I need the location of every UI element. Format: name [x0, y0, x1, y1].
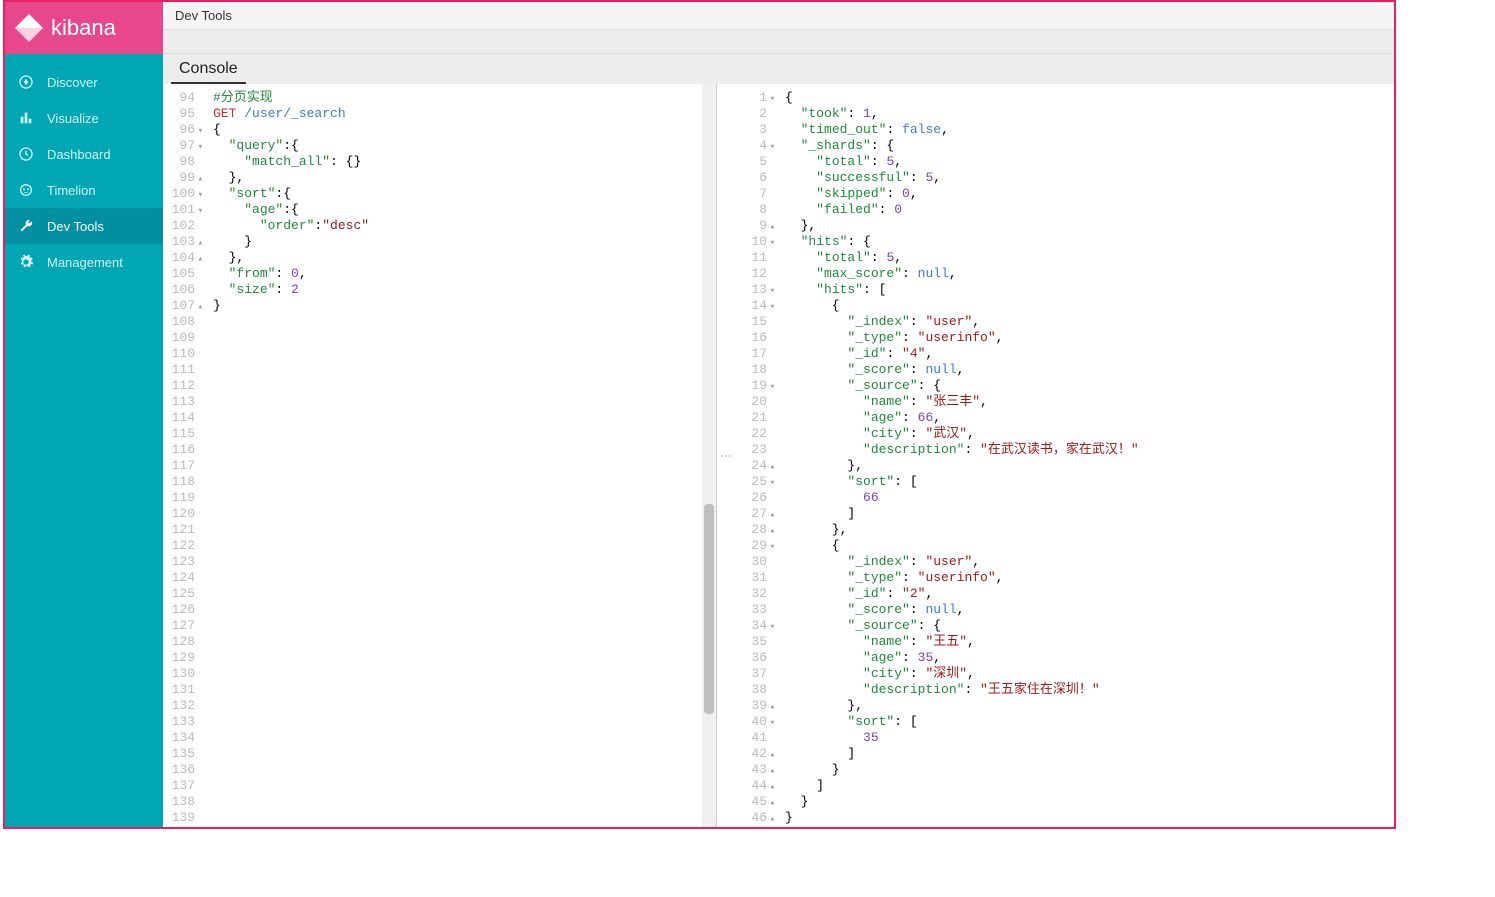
tab-row: Console — [163, 54, 1394, 84]
sidebar-item-label: Dev Tools — [47, 219, 104, 234]
sidebar-item-visualize[interactable]: Visualize — [5, 100, 163, 136]
app-frame: kibana Discover Visualize Dashboard — [3, 0, 1396, 829]
top-bar: Dev Tools — [163, 2, 1394, 30]
lion-icon — [17, 181, 35, 199]
main-content: Dev Tools Console 949596▾97▾9899▴100▾101… — [163, 2, 1394, 827]
kibana-logo-icon — [15, 14, 43, 42]
request-pane[interactable]: 949596▾97▾9899▴100▾101▾102103▴104▴105106… — [163, 84, 717, 827]
sidebar-item-label: Management — [47, 255, 123, 270]
sidebar-item-label: Visualize — [47, 111, 99, 126]
sidebar: kibana Discover Visualize Dashboard — [5, 2, 163, 827]
compass-icon — [17, 73, 35, 91]
page-title: Dev Tools — [175, 8, 232, 23]
sidebar-item-label: Dashboard — [47, 147, 111, 162]
sidebar-item-label: Timelion — [47, 183, 96, 198]
sidebar-item-dev-tools[interactable]: Dev Tools — [5, 208, 163, 244]
sub-bar — [163, 30, 1394, 54]
sidebar-header: kibana — [5, 2, 163, 54]
bar-chart-icon — [17, 109, 35, 127]
clock-icon — [17, 145, 35, 163]
editor-area: 949596▾97▾9899▴100▾101▾102103▴104▴105106… — [163, 84, 1394, 827]
pane-splitter[interactable]: ⋮ — [717, 84, 735, 827]
response-gutter: 1▾234▾56789▴10▾111213▾14▾1516171819▾2021… — [735, 84, 781, 827]
response-viewer[interactable]: { "took": 1, "timed_out": false, "_shard… — [781, 84, 1394, 827]
tab-console[interactable]: Console — [171, 56, 246, 84]
scrollbar-thumb[interactable] — [704, 504, 714, 714]
brand-name: kibana — [51, 15, 116, 41]
sidebar-item-label: Discover — [47, 75, 98, 90]
request-scrollbar[interactable] — [702, 84, 716, 827]
response-pane[interactable]: 1▾234▾56789▴10▾111213▾14▾1516171819▾2021… — [735, 84, 1394, 827]
sidebar-item-management[interactable]: Management — [5, 244, 163, 280]
drag-handle-icon: ⋮ — [719, 450, 733, 461]
wrench-icon — [17, 217, 35, 235]
request-gutter: 949596▾97▾9899▴100▾101▾102103▴104▴105106… — [163, 84, 209, 827]
request-editor[interactable]: #分页实现GET /user/_search{ "query":{ "match… — [209, 84, 716, 827]
sidebar-item-dashboard[interactable]: Dashboard — [5, 136, 163, 172]
sidebar-item-discover[interactable]: Discover — [5, 64, 163, 100]
sidebar-nav: Discover Visualize Dashboard Timelion — [5, 54, 163, 280]
gear-icon — [17, 253, 35, 271]
sidebar-item-timelion[interactable]: Timelion — [5, 172, 163, 208]
